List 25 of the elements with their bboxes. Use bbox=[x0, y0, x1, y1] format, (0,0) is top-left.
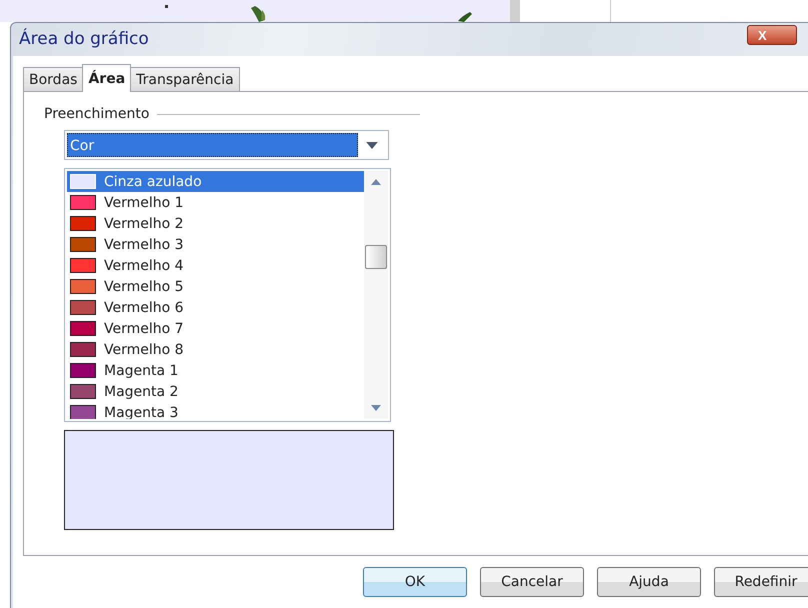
color-list-item[interactable]: Vermelho 1 bbox=[67, 192, 364, 213]
color-list-item[interactable]: Vermelho 7 bbox=[67, 318, 364, 339]
scrollbar-thumb[interactable] bbox=[365, 245, 387, 269]
color-list-item[interactable]: Vermelho 8 bbox=[67, 339, 364, 360]
color-list-item[interactable]: Vermelho 4 bbox=[67, 255, 364, 276]
tab[interactable]: Transparência bbox=[130, 67, 240, 91]
section-label: Preenchimento bbox=[44, 106, 150, 122]
tab[interactable]: Bordas bbox=[23, 67, 84, 91]
dialog-button[interactable]: Cancelar bbox=[480, 567, 584, 597]
color-list-item[interactable]: Magenta 1 bbox=[67, 360, 364, 381]
color-list-item[interactable]: Vermelho 2 bbox=[67, 213, 364, 234]
window-title: Área do gráfico bbox=[19, 29, 149, 49]
color-list-item[interactable]: Vermelho 5 bbox=[67, 276, 364, 297]
dialog-button[interactable]: Ajuda bbox=[597, 567, 701, 597]
dialog-button[interactable]: OK bbox=[363, 567, 467, 597]
color-list-item[interactable]: Vermelho 6 bbox=[67, 297, 364, 318]
color-list-item[interactable]: Magenta 2 bbox=[67, 381, 364, 402]
color-list-item[interactable]: Vermelho 3 bbox=[67, 234, 364, 255]
color-list-item[interactable]: Cinza azulado bbox=[67, 171, 364, 192]
scroll-up-icon[interactable] bbox=[371, 179, 381, 185]
fill-type-dropdown[interactable]: Cor bbox=[64, 130, 389, 160]
tab[interactable]: Área bbox=[82, 64, 132, 92]
scroll-down-icon[interactable] bbox=[371, 405, 381, 411]
dropdown-arrow-icon bbox=[366, 142, 378, 148]
dialog-button[interactable]: Redefinir bbox=[714, 567, 808, 597]
